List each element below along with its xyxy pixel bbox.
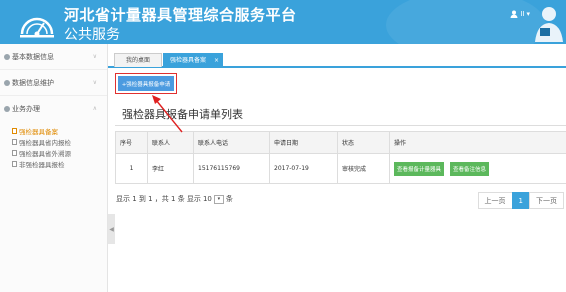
chevron-down-icon: ∨ — [92, 79, 97, 86]
app-header: 河北省计量器具管理综合服务平台 公共服务 II ▾ — [0, 0, 566, 44]
pagination: 上一页 1 下一页 — [477, 192, 564, 209]
sidebar-item-in-province[interactable]: 强检器具省内报检 — [12, 136, 107, 147]
sidebar-item-label: 非强检器具报检 — [19, 160, 65, 169]
close-icon[interactable]: × — [214, 54, 219, 68]
document-icon — [12, 138, 17, 145]
tag-icon — [4, 106, 10, 112]
pager-info: 显示 1 到 1 ，共 1 条 显示 10 ▾ 条 — [116, 194, 233, 204]
add-filing-button[interactable]: +强检器具报备申请 — [118, 76, 174, 91]
column-header: 操作 — [389, 131, 566, 154]
document-icon — [12, 160, 17, 167]
tab-label: 强检器具备案 — [170, 57, 207, 64]
logo-icon — [20, 17, 54, 38]
user-icon — [510, 10, 518, 18]
sidebar: 基本数据信息 ∨ 数据信息维护 ∨ 业务办理 ∧ 强检器具备案 强检器具省内报检… — [0, 44, 108, 292]
menu-label: 数据信息维护 — [12, 78, 54, 87]
tag-icon — [4, 79, 10, 86]
next-page-button[interactable]: 下一页 — [529, 192, 564, 209]
sidebar-item-non-mandatory[interactable]: 非强检器具报检 — [12, 158, 107, 169]
row-actions: 查看报备计量器具 查看备注信息 — [389, 153, 566, 184]
chevron-up-icon: ∧ — [92, 105, 97, 112]
view-instruments-button[interactable]: 查看报备计量器具 — [394, 161, 445, 176]
column-header: 联系人 — [147, 131, 194, 154]
filing-table: 序号 联系人 联系人电话 申请日期 状态 操作 1 李红 15176115769… — [115, 131, 566, 184]
chevron-down-icon: ∨ — [92, 53, 97, 60]
sidebar-item-out-province[interactable]: 强检器具省外溯源 — [12, 147, 107, 158]
sidebar-item-label: 强检器具省内报检 — [19, 138, 71, 147]
menu-business[interactable]: 业务办理 ∧ — [0, 96, 107, 122]
menu-label: 业务办理 — [12, 105, 40, 113]
column-header: 联系人电话 — [193, 131, 270, 154]
sidebar-item-label: 强检器具省外溯源 — [19, 149, 71, 158]
prev-page-button[interactable]: 上一页 — [477, 192, 513, 209]
divider — [115, 125, 566, 126]
page-size-select[interactable]: ▾ — [213, 194, 224, 204]
tab-bar: 我的桌面 强检器具备案 × — [108, 52, 566, 68]
row-date: 2017-07-19 — [269, 153, 338, 184]
pager-size-value: 10 — [202, 195, 212, 203]
menu-data-maintenance[interactable]: 数据信息维护 ∨ — [0, 70, 107, 96]
user-menu[interactable]: II ▾ — [510, 10, 530, 18]
table-header-row: 序号 联系人 联系人电话 申请日期 状态 操作 — [115, 131, 566, 154]
menu-label: 基本数据信息 — [12, 52, 54, 61]
user-label: II — [520, 10, 525, 18]
sidebar-collapse-handle[interactable]: ◀ — [108, 214, 115, 244]
pager-info-text: 显示 1 到 1 ，共 1 条 显示 — [116, 195, 201, 203]
tag-icon — [4, 53, 10, 60]
pager-info-suffix: 条 — [225, 195, 233, 203]
app-title: 河北省计量器具管理综合服务平台 — [64, 6, 297, 24]
view-remarks-button[interactable]: 查看备注信息 — [449, 161, 489, 176]
business-submenu: 强检器具备案 强检器具省内报检 强检器具省外溯源 非强检器具报检 — [0, 122, 107, 169]
app-subtitle: 公共服务 — [64, 27, 120, 43]
page-title: 强检器具报备申请单列表 — [122, 108, 243, 121]
menu-basic-data[interactable]: 基本数据信息 ∨ — [0, 44, 107, 70]
tab-desktop[interactable]: 我的桌面 — [114, 53, 162, 67]
column-header: 序号 — [115, 131, 148, 154]
header-decoration — [386, 0, 546, 44]
column-header: 状态 — [337, 131, 390, 154]
row-index: 1 — [115, 153, 148, 184]
sidebar-item-filing[interactable]: 强检器具备案 — [12, 125, 107, 136]
column-header: 申请日期 — [269, 131, 338, 154]
chevron-down-icon: ▾ — [217, 196, 221, 202]
page-1-button[interactable]: 1 — [511, 192, 530, 209]
row-contact: 李红 — [147, 153, 194, 184]
row-status: 审核完成 — [337, 153, 390, 184]
document-icon — [12, 149, 17, 156]
admin-avatar-icon — [535, 7, 563, 42]
chevron-down-icon: ▾ — [526, 10, 530, 18]
table-row: 1 李红 15176115769 2017-07-19 审核完成 查看报备计量器… — [115, 153, 566, 184]
tab-filing[interactable]: 强检器具备案 × — [163, 53, 223, 67]
document-icon — [12, 127, 17, 134]
sidebar-item-label: 强检器具备案 — [19, 127, 58, 136]
row-phone: 15176115769 — [193, 153, 270, 184]
